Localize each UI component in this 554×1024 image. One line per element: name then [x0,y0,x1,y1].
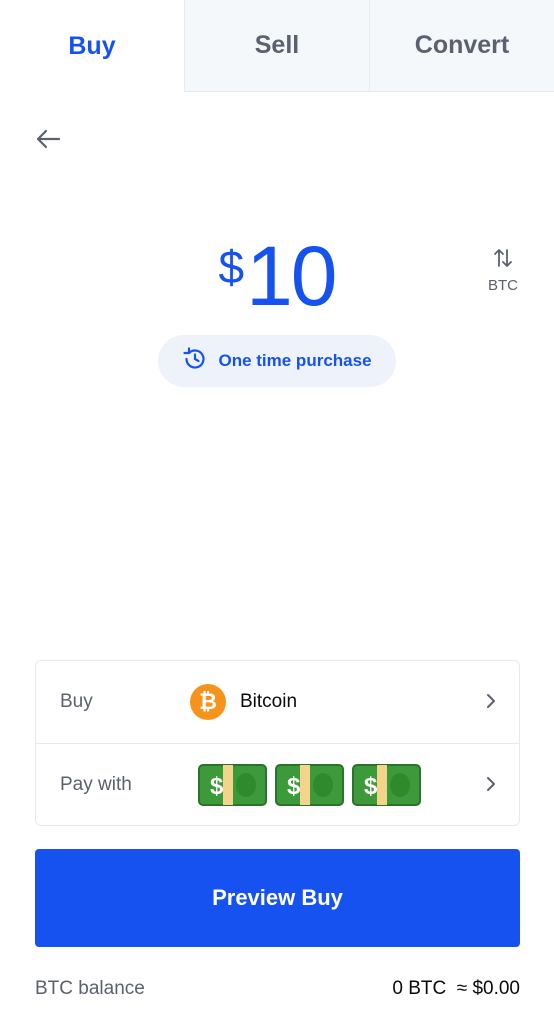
pay-row-label: Pay with [60,773,132,795]
purchase-frequency-button[interactable]: One time purchase [158,335,396,387]
clock-repeat-icon [182,346,208,377]
tab-convert[interactable]: Convert [369,0,554,92]
bitcoin-icon: ₿ [190,684,226,720]
svg-text:$: $ [287,773,301,800]
tab-buy[interactable]: Buy [0,0,184,92]
balance-label: BTC balance [35,978,145,999]
selected-asset: ₿ Bitcoin [190,684,297,720]
preview-buy-button[interactable]: Preview Buy [35,849,520,947]
money-icon: $ [352,763,421,807]
currency-symbol: $ [218,241,245,293]
back-arrow-icon[interactable] [32,122,66,156]
buy-row-label: Buy [60,691,93,712]
chevron-right-icon [485,772,497,798]
asset-name: Bitcoin [240,691,298,712]
tab-sell[interactable]: Sell [184,0,369,92]
svg-text:$: $ [364,773,378,800]
unit-toggle-label: BTC [488,277,518,294]
order-details-card: Buy ₿ Bitcoin Pay with $ $ $ [35,660,520,826]
chevron-right-icon [485,689,497,715]
payment-method: $ $ $ [198,763,421,807]
swap-arrows-icon [478,246,528,275]
unit-toggle-button[interactable]: BTC [478,246,528,294]
btc-balance: BTC balance 0 BTC ≈ $0.00 [35,978,520,1000]
money-icon: $ [198,763,267,807]
money-icon: $ [275,763,344,807]
balance-value: 0 BTC ≈ $0.00 [392,978,520,999]
amount-display[interactable]: $10 [0,228,554,325]
pay-with-row[interactable]: Pay with $ $ $ [36,743,519,825]
tab-bar: Buy Sell Convert [0,0,554,92]
purchase-frequency-label: One time purchase [218,351,372,370]
svg-text:$: $ [210,773,224,800]
buy-asset-row[interactable]: Buy ₿ Bitcoin [36,661,519,743]
amount-value: 10 [246,229,337,323]
